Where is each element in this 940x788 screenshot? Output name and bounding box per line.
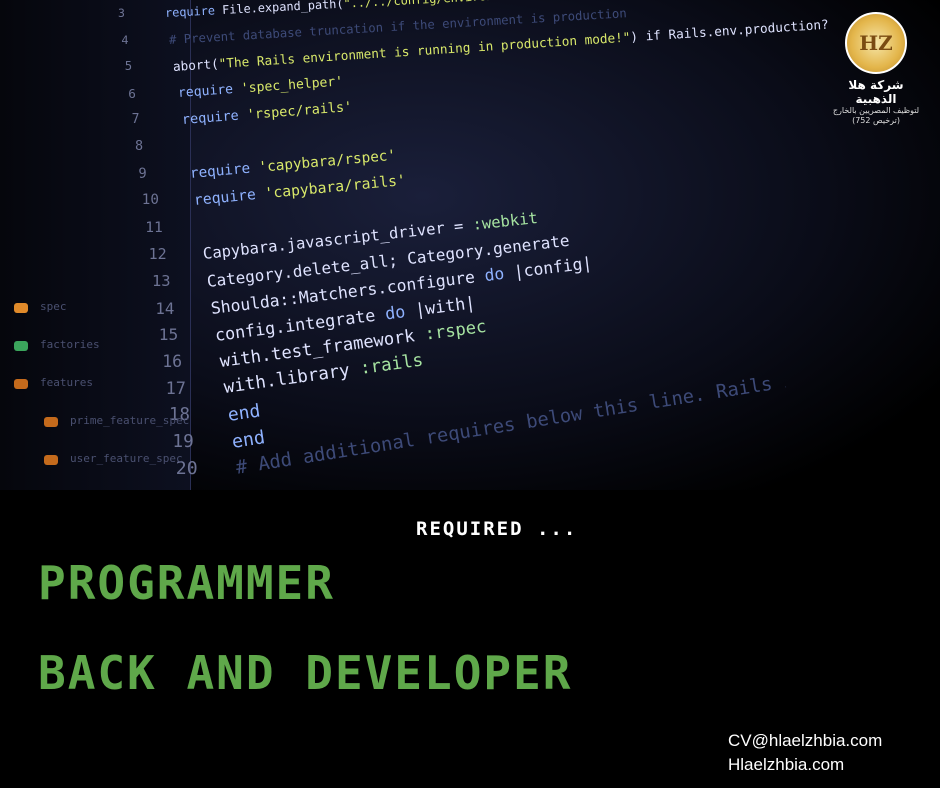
line-number: 13 bbox=[152, 272, 171, 290]
file-tree-item: spec bbox=[40, 300, 67, 313]
line-number: 19 bbox=[172, 431, 194, 452]
line-number: 8 bbox=[135, 139, 144, 154]
contact-email[interactable]: CV@hlaelzhbia.com bbox=[728, 731, 882, 751]
hero-code-image: 3require File.expand_path("../../config/… bbox=[0, 0, 940, 490]
folder-icon bbox=[44, 417, 58, 427]
file-tree-item: user_feature_spec bbox=[70, 452, 183, 465]
required-label: REQUIRED ... bbox=[416, 518, 578, 540]
line-number: 17 bbox=[165, 378, 187, 399]
logo-subtitle: لتوظيف المصريين بالخارج bbox=[832, 106, 920, 115]
line-number: 14 bbox=[155, 298, 175, 318]
file-tree-item: features bbox=[40, 376, 93, 389]
contact-website[interactable]: Hlaelzhbia.com bbox=[728, 755, 844, 775]
gutter-divider bbox=[190, 0, 191, 490]
folder-icon bbox=[14, 379, 28, 389]
logo-badge: HZ bbox=[845, 12, 907, 74]
line-number: 16 bbox=[162, 351, 183, 371]
code-line: require 'spec_helper' bbox=[177, 74, 344, 101]
line-number: 10 bbox=[141, 192, 159, 209]
line-number: 12 bbox=[148, 245, 167, 264]
code-line: end bbox=[230, 426, 267, 453]
company-logo: HZ شركة هلا الذهبية لتوظيف المصريين بالخ… bbox=[830, 12, 922, 126]
code-editor-photo: 3require File.expand_path("../../config/… bbox=[0, 0, 940, 490]
line-number: 15 bbox=[158, 325, 179, 345]
job-title-line-2: BACK AND DEVELOPER bbox=[38, 646, 573, 700]
line-number: 11 bbox=[145, 218, 163, 236]
code-line: # Add additional requires below this lin… bbox=[234, 371, 788, 480]
folder-icon bbox=[44, 455, 58, 465]
code-line: require 'rspec/rails' bbox=[181, 99, 353, 129]
logo-name: شركة هلا الذهبية bbox=[848, 78, 904, 106]
code-line: end bbox=[226, 400, 262, 426]
line-number: 9 bbox=[138, 165, 147, 182]
job-title-line-1: PROGRAMMER bbox=[38, 556, 335, 610]
line-number: 3 bbox=[118, 6, 125, 20]
line-number: 7 bbox=[131, 112, 140, 128]
folder-icon bbox=[14, 341, 28, 351]
line-number: 6 bbox=[128, 85, 136, 101]
file-tree-item: factories bbox=[40, 338, 100, 351]
logo-license: (ترخيص 752) bbox=[852, 116, 900, 125]
line-number: 4 bbox=[121, 32, 129, 47]
file-tree-item: prime_feature_spec bbox=[70, 414, 190, 427]
folder-icon bbox=[14, 303, 28, 313]
line-number: 5 bbox=[124, 59, 133, 74]
